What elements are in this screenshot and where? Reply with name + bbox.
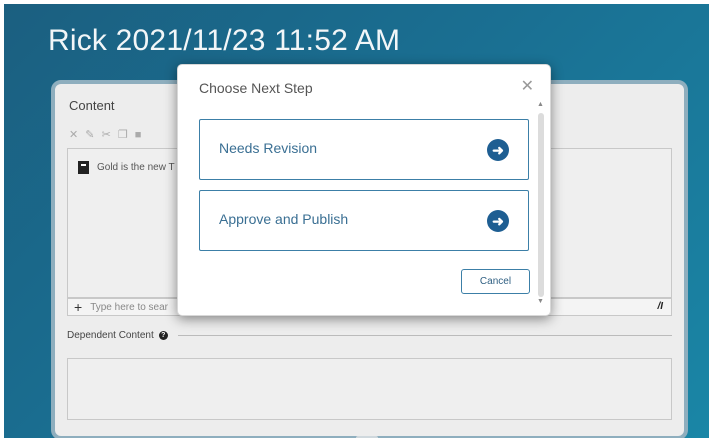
plus-icon[interactable]: + xyxy=(74,300,82,314)
help-icon[interactable]: ? xyxy=(158,331,168,340)
dependent-content-header: Dependent Content ? xyxy=(67,330,672,341)
copy-icon[interactable]: ❐ xyxy=(118,129,130,141)
document-icon xyxy=(78,161,89,174)
dialog-title: Choose Next Step xyxy=(199,80,313,96)
arrow-right-icon: ➜ xyxy=(487,210,509,232)
close-icon[interactable]: ✕ xyxy=(69,129,80,141)
dependent-content-label: Dependent Content xyxy=(67,330,154,341)
scroll-up-icon[interactable]: ▲ xyxy=(537,101,544,108)
page-title: Rick 2021/11/23 11:52 AM xyxy=(48,24,401,57)
close-icon[interactable]: ✕ xyxy=(521,76,534,96)
cancel-button[interactable]: Cancel xyxy=(461,269,530,294)
cut-icon[interactable]: ✂ xyxy=(102,129,113,141)
scroll-thumb[interactable] xyxy=(538,113,544,297)
editor-toolbar: ✕ ✎ ✂ ❐ ■ xyxy=(69,128,143,141)
choose-next-step-dialog: Choose Next Step ✕ Needs Revision ➜ Appr… xyxy=(177,64,551,316)
content-label: Content xyxy=(69,98,115,113)
divider xyxy=(177,335,672,336)
search-placeholder: Type here to sear xyxy=(90,301,169,313)
format-icon[interactable]: /I xyxy=(657,301,663,312)
option-label: Needs Revision xyxy=(219,140,318,156)
pencil-icon[interactable]: ✎ xyxy=(85,129,96,141)
dependent-content-box[interactable] xyxy=(67,358,672,420)
approve-and-publish-option[interactable]: Approve and Publish ➜ xyxy=(199,190,529,251)
dialog-scrollbar[interactable]: ▲ ▼ xyxy=(536,101,546,309)
scroll-down-icon[interactable]: ▼ xyxy=(537,298,544,305)
needs-revision-option[interactable]: Needs Revision ➜ xyxy=(199,119,529,180)
arrow-right-icon: ➜ xyxy=(487,139,509,161)
option-label: Approve and Publish xyxy=(219,211,349,227)
paste-icon[interactable]: ■ xyxy=(135,129,144,141)
content-item-text: Gold is the new T xyxy=(97,162,175,173)
content-item[interactable]: Gold is the new T xyxy=(78,161,175,174)
